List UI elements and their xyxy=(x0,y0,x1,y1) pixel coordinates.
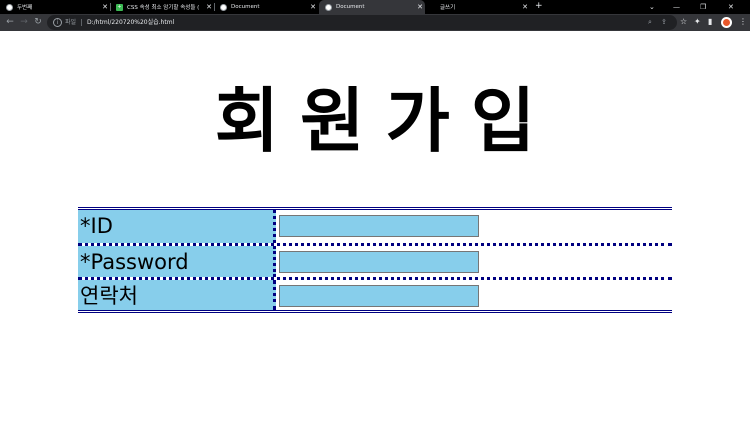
password-label: *Password xyxy=(78,246,276,277)
id-label: *ID xyxy=(78,210,276,243)
minimize-icon[interactable]: — xyxy=(673,0,680,14)
close-icon[interactable]: ✕ xyxy=(415,3,425,11)
password-input[interactable] xyxy=(279,251,479,273)
contact-input-cell xyxy=(276,280,672,310)
tab-strip: 두번째 ✕ + CSS 속성 최소 암기할 속성들 ( ✕ Document ✕… xyxy=(0,0,750,14)
form-row-contact: 연락처 xyxy=(78,277,672,310)
new-tab-button[interactable]: + xyxy=(535,1,543,11)
close-icon[interactable]: ✕ xyxy=(308,3,318,11)
tab-search-icon[interactable]: ⌄ xyxy=(649,0,655,14)
globe-icon xyxy=(6,3,13,11)
id-input[interactable] xyxy=(279,215,479,237)
id-input-cell xyxy=(276,210,672,243)
forward-icon[interactable]: → xyxy=(18,16,30,28)
page-title: 회원가입 xyxy=(214,80,557,162)
scheme-label: 파일 xyxy=(65,19,77,26)
share-icon[interactable]: ⇪ xyxy=(661,16,667,29)
side-panel-icon[interactable]: ▮ xyxy=(708,16,712,28)
contact-input[interactable] xyxy=(279,285,479,307)
menu-icon[interactable]: ⋮ xyxy=(739,16,747,28)
close-icon[interactable]: ✕ xyxy=(520,3,530,11)
tab-4-active[interactable]: Document ✕ xyxy=(319,0,425,14)
tab-title: CSS 속성 최소 암기할 속성들 ( xyxy=(127,5,200,11)
close-icon[interactable]: ✕ xyxy=(204,3,214,11)
tab-title: 두번째 xyxy=(17,5,33,11)
address-bar[interactable]: i 파일 D:/html/220720%20실습.html ⌕ ⇪ xyxy=(47,15,677,30)
globe-icon xyxy=(325,3,332,11)
bookmark-star-icon[interactable]: ☆ xyxy=(680,16,687,28)
url-text[interactable]: D:/html/220720%20실습.html xyxy=(87,16,174,29)
zoom-icon[interactable]: ⌕ xyxy=(648,16,652,29)
tab-3[interactable]: Document ✕ xyxy=(214,0,318,14)
profile-avatar[interactable] xyxy=(721,17,732,28)
omnibox-divider xyxy=(81,19,82,26)
tab-title: 글쓰기 xyxy=(440,5,456,11)
restore-icon[interactable]: ❐ xyxy=(700,0,706,14)
contact-label: 연락처 xyxy=(78,280,276,310)
password-input-cell xyxy=(276,246,672,277)
form-row-password: *Password xyxy=(78,243,672,277)
css-page-icon: + xyxy=(116,3,123,11)
signup-form-table: *ID *Password 연락처 xyxy=(78,207,672,313)
extensions-icon[interactable]: ✦ xyxy=(694,16,701,28)
tab-title: Document xyxy=(231,4,260,10)
form-row-id: *ID xyxy=(78,210,672,243)
tab-1[interactable]: 두번째 ✕ xyxy=(0,0,110,14)
window-close-icon[interactable]: ✕ xyxy=(728,0,734,14)
back-icon[interactable]: ← xyxy=(4,16,16,28)
browser-toolbar: ← → ↻ i 파일 D:/html/220720%20실습.html ⌕ ⇪ … xyxy=(0,14,750,31)
tab-2[interactable]: + CSS 속성 최소 암기할 속성들 ( ✕ xyxy=(110,0,214,14)
tab-5[interactable]: 글쓰기 ✕ xyxy=(426,0,530,14)
globe-icon xyxy=(220,3,227,11)
reload-icon[interactable]: ↻ xyxy=(32,16,44,28)
close-icon[interactable]: ✕ xyxy=(100,3,110,11)
info-icon[interactable]: i xyxy=(53,18,62,27)
tab-title: Document xyxy=(336,4,365,10)
